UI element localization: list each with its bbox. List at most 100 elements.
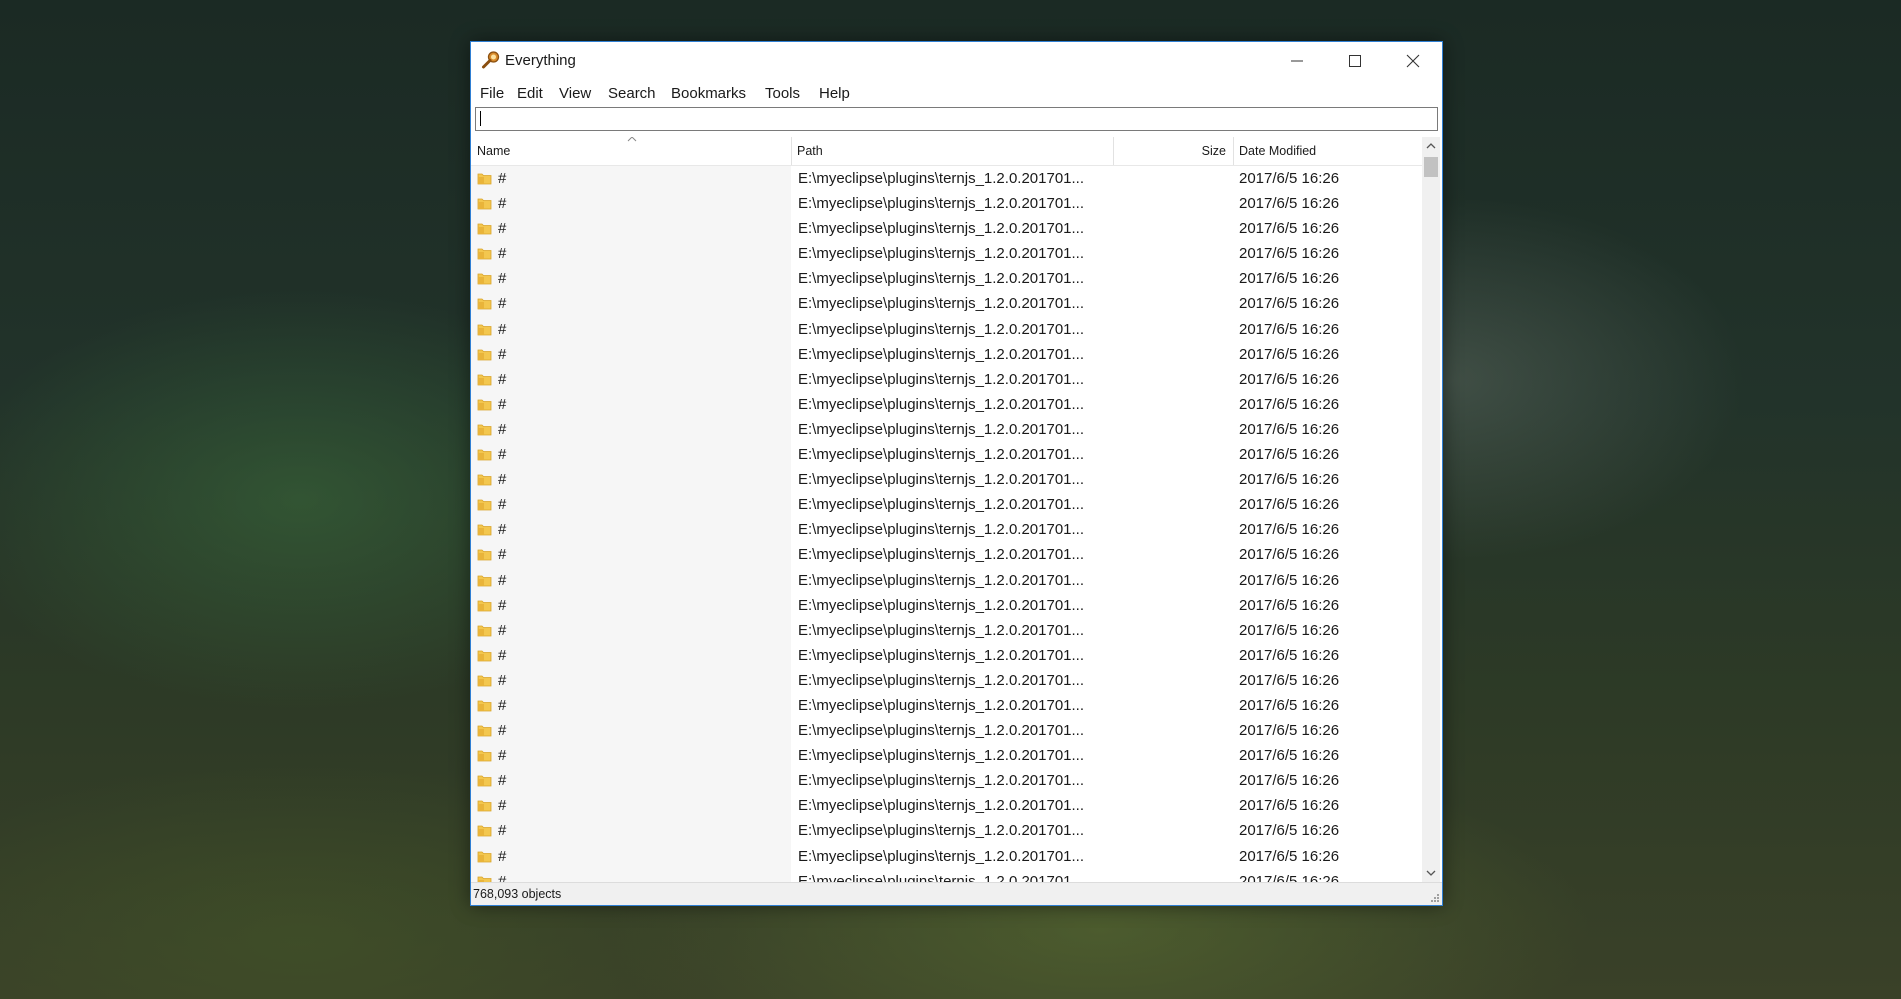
table-row[interactable]: # E:\myeclipse\plugins\ternjs_1.2.0.20170… [471, 818, 1422, 843]
row-date: 2017/6/5 16:26 [1239, 195, 1340, 213]
row-date: 2017/6/5 16:26 [1239, 471, 1340, 489]
search-input[interactable] [475, 107, 1438, 131]
table-row[interactable]: # E:\myeclipse\plugins\ternjs_1.2.0.20170… [471, 768, 1422, 793]
folder-icon [477, 851, 492, 862]
row-date: 2017/6/5 16:26 [1239, 722, 1340, 740]
folder-icon [477, 700, 492, 712]
folder-icon [477, 399, 492, 411]
row-date: 2017/6/5 16:26 [1239, 747, 1340, 765]
table-row[interactable]: # E:\myeclipse\plugins\ternjs_1.2.0.20170… [471, 668, 1422, 693]
table-row[interactable]: # E:\myeclipse\plugins\ternjs_1.2.0.20170… [471, 291, 1422, 316]
table-row[interactable]: # E:\myeclipse\plugins\ternjs_1.2.0.20170… [471, 517, 1422, 542]
text-caret [480, 111, 481, 126]
title-bar[interactable]: Everything [471, 42, 1442, 80]
column-header-name[interactable]: Name [471, 137, 791, 165]
table-row[interactable]: # E:\myeclipse\plugins\ternjs_1.2.0.20170… [471, 643, 1422, 668]
row-date: 2017/6/5 16:26 [1239, 646, 1340, 664]
row-name: # [498, 496, 507, 514]
table-row[interactable]: # E:\myeclipse\plugins\ternjs_1.2.0.20170… [471, 869, 1422, 882]
maximize-button[interactable] [1326, 42, 1384, 80]
close-icon [1406, 54, 1420, 68]
row-name: # [498, 295, 507, 313]
window-title: Everything [505, 52, 576, 69]
row-path: E:\myeclipse\plugins\ternjs_1.2.0.201701… [798, 245, 1085, 263]
folder-icon [477, 273, 492, 285]
row-name: # [498, 722, 507, 740]
menu-search[interactable]: Search [608, 85, 656, 102]
row-path: E:\myeclipse\plugins\ternjs_1.2.0.201701… [798, 195, 1085, 213]
table-row[interactable]: # E:\myeclipse\plugins\ternjs_1.2.0.20170… [471, 618, 1422, 643]
table-row[interactable]: # E:\myeclipse\plugins\ternjs_1.2.0.20170… [471, 392, 1422, 417]
folder-icon [477, 600, 492, 611]
table-row[interactable]: # E:\myeclipse\plugins\ternjs_1.2.0.20170… [471, 417, 1422, 442]
row-date: 2017/6/5 16:26 [1239, 170, 1340, 187]
menu-bookmarks[interactable]: Bookmarks [671, 85, 746, 102]
resize-grip-icon[interactable] [1430, 893, 1440, 903]
scroll-thumb[interactable] [1424, 157, 1438, 177]
row-name: # [498, 170, 507, 187]
table-row[interactable]: # E:\myeclipse\plugins\ternjs_1.2.0.20170… [471, 342, 1422, 367]
folder-icon [477, 449, 492, 461]
table-row[interactable]: # E:\myeclipse\plugins\ternjs_1.2.0.20170… [471, 693, 1422, 718]
table-row[interactable]: # E:\myeclipse\plugins\ternjs_1.2.0.20170… [471, 216, 1422, 241]
row-name: # [498, 446, 507, 464]
menu-tools[interactable]: Tools [765, 85, 800, 102]
column-header-size[interactable]: Size [1114, 137, 1233, 165]
row-date: 2017/6/5 16:26 [1239, 847, 1340, 865]
menu-file[interactable]: File [480, 85, 504, 102]
folder-icon [477, 499, 492, 511]
folder-icon [477, 876, 492, 882]
minimize-button[interactable] [1268, 42, 1326, 80]
table-row[interactable]: # E:\myeclipse\plugins\ternjs_1.2.0.20170… [471, 241, 1422, 266]
table-row[interactable]: # E:\myeclipse\plugins\ternjs_1.2.0.20170… [471, 743, 1422, 768]
column-header-path[interactable]: Path [792, 137, 1113, 165]
row-path: E:\myeclipse\plugins\ternjs_1.2.0.201701… [798, 747, 1085, 765]
scroll-up-button[interactable] [1422, 137, 1440, 155]
row-path: E:\myeclipse\plugins\ternjs_1.2.0.201701… [798, 320, 1085, 338]
row-date: 2017/6/5 16:26 [1239, 446, 1340, 464]
row-path: E:\myeclipse\plugins\ternjs_1.2.0.201701… [798, 420, 1085, 438]
close-button[interactable] [1384, 42, 1442, 80]
menu-edit[interactable]: Edit [517, 85, 543, 102]
row-path: E:\myeclipse\plugins\ternjs_1.2.0.201701… [798, 370, 1085, 388]
menu-help[interactable]: Help [819, 85, 850, 102]
table-row[interactable]: # E:\myeclipse\plugins\ternjs_1.2.0.20170… [471, 593, 1422, 618]
table-row[interactable]: # E:\myeclipse\plugins\ternjs_1.2.0.20170… [471, 718, 1422, 743]
vertical-scrollbar[interactable] [1422, 137, 1440, 882]
row-date: 2017/6/5 16:26 [1239, 220, 1340, 238]
row-path: E:\myeclipse\plugins\ternjs_1.2.0.201701… [798, 496, 1085, 514]
table-row[interactable]: # E:\myeclipse\plugins\ternjs_1.2.0.20170… [471, 317, 1422, 342]
scroll-down-button[interactable] [1422, 864, 1440, 882]
table-row[interactable]: # E:\myeclipse\plugins\ternjs_1.2.0.20170… [471, 492, 1422, 517]
row-date: 2017/6/5 16:26 [1239, 671, 1340, 689]
row-date: 2017/6/5 16:26 [1239, 596, 1340, 614]
column-header-date[interactable]: Date Modified [1234, 137, 1422, 165]
row-path: E:\myeclipse\plugins\ternjs_1.2.0.201701… [798, 772, 1085, 790]
table-row[interactable]: # E:\myeclipse\plugins\ternjs_1.2.0.20170… [471, 367, 1422, 392]
minimize-icon [1291, 60, 1303, 62]
menu-view[interactable]: View [559, 85, 591, 102]
row-name: # [498, 546, 507, 564]
table-row[interactable]: # E:\myeclipse\plugins\ternjs_1.2.0.20170… [471, 542, 1422, 567]
table-row[interactable]: # E:\myeclipse\plugins\ternjs_1.2.0.20170… [471, 844, 1422, 869]
table-row[interactable]: # E:\myeclipse\plugins\ternjs_1.2.0.20170… [471, 266, 1422, 291]
row-path: E:\myeclipse\plugins\ternjs_1.2.0.201701… [798, 295, 1085, 313]
row-date: 2017/6/5 16:26 [1239, 571, 1340, 589]
row-date: 2017/6/5 16:26 [1239, 295, 1340, 313]
row-path: E:\myeclipse\plugins\ternjs_1.2.0.201701… [798, 872, 1085, 882]
row-date: 2017/6/5 16:26 [1239, 797, 1340, 815]
table-row[interactable]: # E:\myeclipse\plugins\ternjs_1.2.0.20170… [471, 442, 1422, 467]
table-row[interactable]: # E:\myeclipse\plugins\ternjs_1.2.0.20170… [471, 166, 1422, 191]
column-header: Name Path Size Date Modified [471, 137, 1422, 166]
folder-icon [477, 324, 492, 335]
table-row[interactable]: # E:\myeclipse\plugins\ternjs_1.2.0.20170… [471, 568, 1422, 593]
table-row[interactable]: # E:\myeclipse\plugins\ternjs_1.2.0.20170… [471, 191, 1422, 216]
table-row[interactable]: # E:\myeclipse\plugins\ternjs_1.2.0.20170… [471, 467, 1422, 492]
folder-icon [477, 474, 492, 486]
row-path: E:\myeclipse\plugins\ternjs_1.2.0.201701… [798, 571, 1085, 589]
row-name: # [498, 872, 507, 882]
row-date: 2017/6/5 16:26 [1239, 872, 1340, 882]
results-list[interactable]: Name Path Size Date Modified # E:\myeclip… [471, 137, 1422, 882]
table-row[interactable]: # E:\myeclipse\plugins\ternjs_1.2.0.20170… [471, 793, 1422, 818]
row-path: E:\myeclipse\plugins\ternjs_1.2.0.201701… [798, 596, 1085, 614]
